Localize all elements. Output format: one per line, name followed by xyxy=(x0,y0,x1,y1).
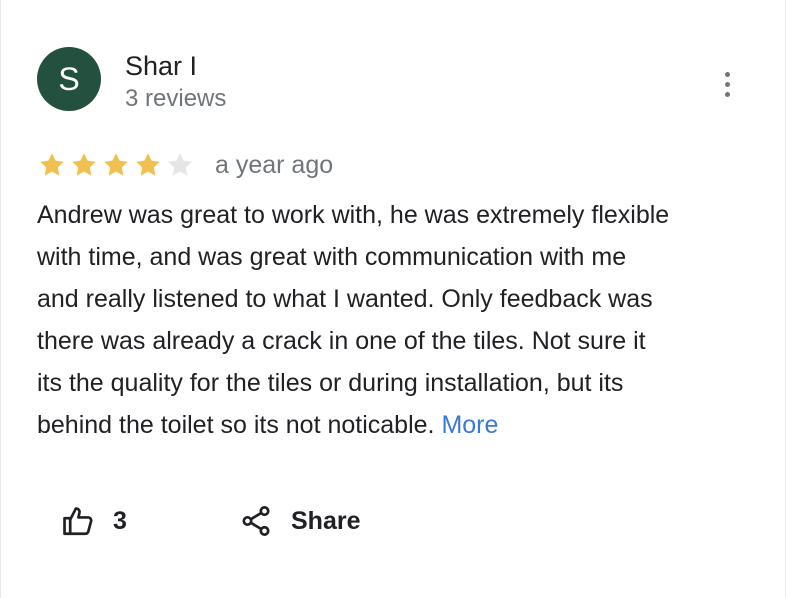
review-date: a year ago xyxy=(215,151,334,179)
review-text-line: its the quality for the tiles or during … xyxy=(37,369,624,397)
star-icon xyxy=(104,153,128,176)
review-text-line: behind the toilet so its not noticable. xyxy=(37,411,435,439)
review-text-line: Andrew was great to work with, he was ex… xyxy=(37,201,670,229)
rating-row: a year ago xyxy=(37,148,333,182)
like-button[interactable]: 3 xyxy=(61,501,127,541)
review-text-line: and really listened to what I wanted. On… xyxy=(37,285,653,313)
star-icon xyxy=(136,153,160,176)
avatar-initial: S xyxy=(58,61,80,97)
share-icon xyxy=(242,506,270,536)
more-vert-icon xyxy=(724,71,730,97)
review-count[interactable]: 3 reviews xyxy=(125,84,226,114)
review-text: Andrew was great to work with, he was ex… xyxy=(37,194,767,446)
share-button[interactable]: Share xyxy=(239,501,360,541)
star-icon xyxy=(168,153,192,176)
avatar[interactable]: S xyxy=(37,47,101,111)
more-options-button[interactable] xyxy=(711,66,743,102)
star-rating xyxy=(37,150,197,180)
review-card: S Shar I 3 reviews a year ago Andrew was… xyxy=(0,0,786,598)
share-label: Share xyxy=(291,506,361,535)
like-count: 3 xyxy=(113,506,127,535)
review-text-line: with time, and was great with communicat… xyxy=(37,243,627,271)
review-text-last-line: behind the toilet so its not noticable. … xyxy=(37,404,767,446)
author-name[interactable]: Shar I xyxy=(125,49,197,83)
star-icon xyxy=(72,153,96,176)
star-icon xyxy=(40,153,64,176)
review-text-line: there was already a crack in one of the … xyxy=(37,327,646,355)
thumb-up-icon xyxy=(63,507,93,536)
more-link[interactable]: More xyxy=(441,411,498,439)
